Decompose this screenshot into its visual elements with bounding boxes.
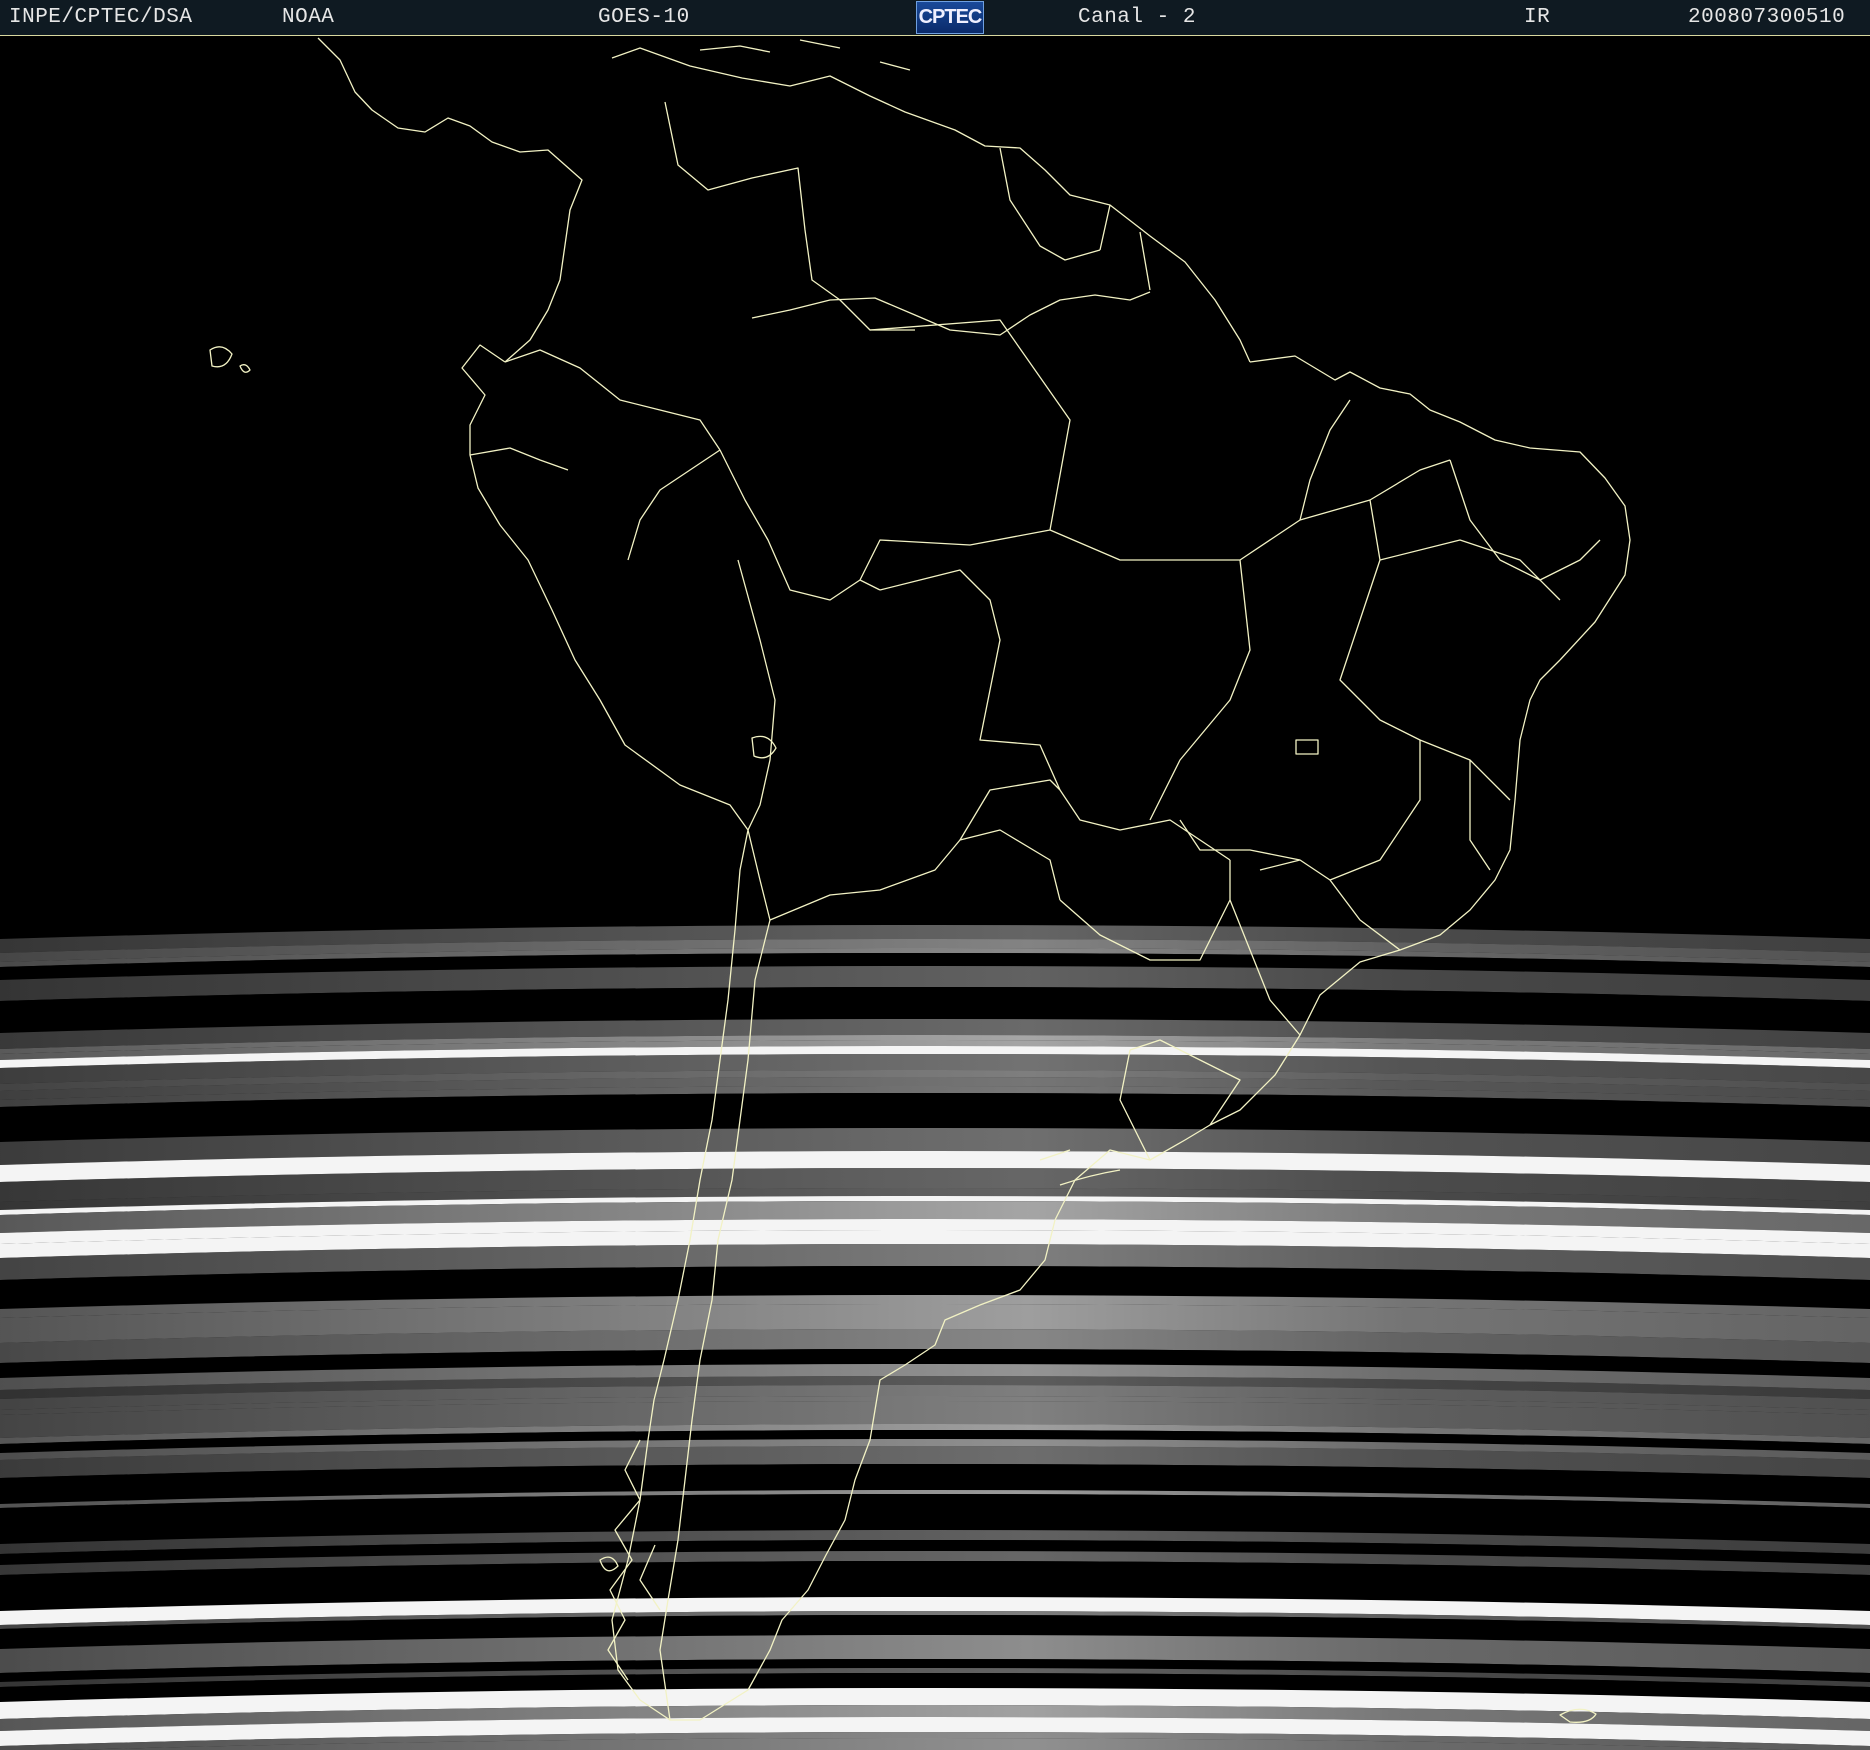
ir-scan-lines xyxy=(0,925,1870,1750)
agency-label: INPE/CPTEC/DSA xyxy=(9,6,193,29)
satellite-map xyxy=(0,36,1870,1750)
cptec-logo: CPTEC xyxy=(916,1,984,34)
band-label: IR xyxy=(1524,6,1551,29)
satellite-label: GOES-10 xyxy=(598,6,690,29)
logo-text: CPTEC xyxy=(918,6,983,28)
header-bar: INPE/CPTEC/DSA NOAA GOES-10 CPTEC Canal … xyxy=(0,0,1870,36)
timestamp-label: 200807300510 xyxy=(1688,6,1846,29)
source-label: NOAA xyxy=(282,6,335,29)
channel-label: Canal - 2 xyxy=(1078,6,1196,29)
